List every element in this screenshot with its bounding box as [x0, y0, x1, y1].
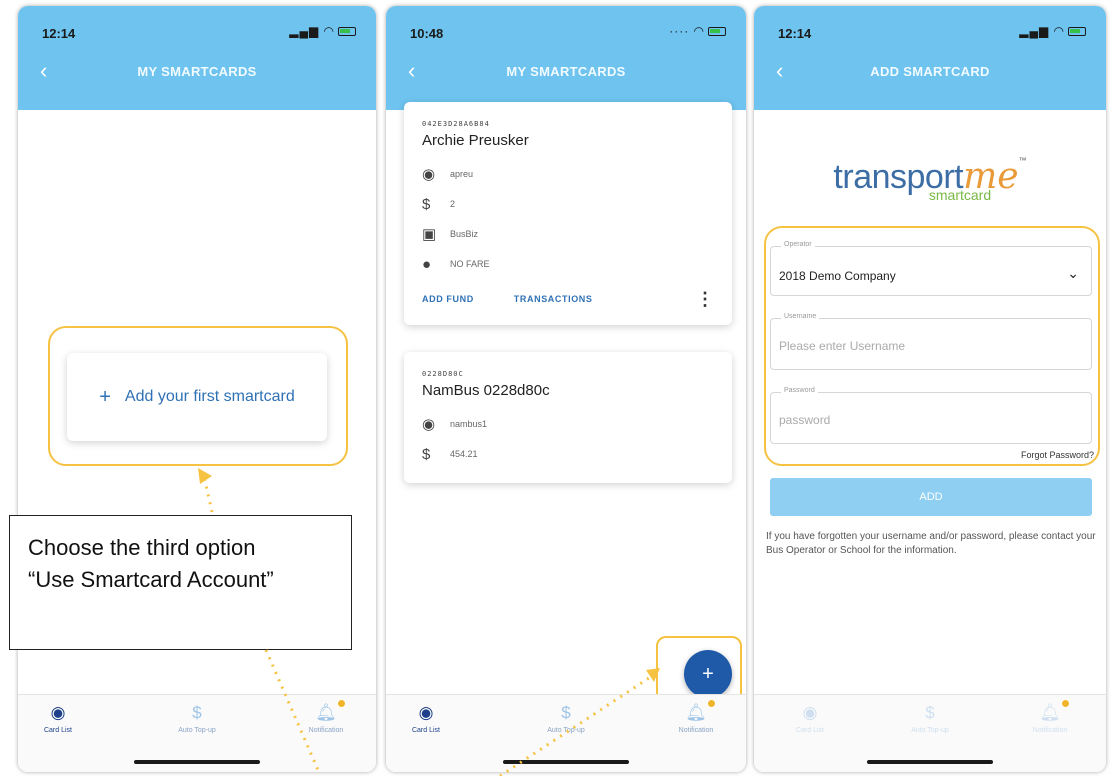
- smartcard-card[interactable]: 042E3D28A6B84 Archie Preusker ◉ apreu $2 …: [404, 102, 732, 325]
- tab-label: Auto Top-up: [911, 727, 949, 734]
- tab-card-list[interactable]: ◉ Card List: [18, 703, 98, 734]
- card-balance-row: $2: [422, 189, 714, 219]
- tab-auto-top-up[interactable]: $ Auto Top-up: [890, 703, 970, 734]
- card-list-icon: ◉: [418, 703, 434, 722]
- notification-badge: [336, 699, 346, 708]
- card-user: apreu: [450, 169, 474, 179]
- tab-auto-top-up[interactable]: $ Auto Top-up: [526, 703, 606, 734]
- phone-add-smartcard: 12:14 ▂▄▆ ◠ ‹ ADD SMARTCARD transportme™…: [754, 6, 1106, 772]
- card-user-row: ◉ apreu: [422, 159, 714, 189]
- card-operator: BusBiz: [450, 229, 479, 239]
- bus-icon: ▣: [422, 226, 437, 243]
- phone-my-smartcards-empty: 12:14 ▂▄▆ ◠ ‹ MY SMARTCARDS + Add your f…: [18, 6, 376, 772]
- home-indicator: [867, 760, 993, 764]
- highlight-callout: [764, 226, 1100, 466]
- home-indicator: [503, 760, 629, 764]
- card-balance-row: $454.21: [422, 439, 714, 469]
- tab-label: Auto Top-up: [178, 727, 216, 734]
- page-title: ADD SMARTCARD: [870, 64, 990, 79]
- card-name: Archie Preusker: [422, 132, 529, 149]
- notification-badge: [706, 699, 716, 708]
- header-bar: 10:48 ···· ◠ ‹ MY SMARTCARDS: [386, 6, 746, 110]
- tab-notification[interactable]: 🔔︎ Notification: [286, 699, 366, 734]
- info-icon: ●: [422, 255, 432, 273]
- card-name: NamBus 0228d80c: [422, 382, 550, 399]
- card-id: 0228D80C: [422, 370, 464, 378]
- card-list-icon: ◉: [802, 703, 818, 722]
- tab-label: Auto Top-up: [547, 727, 585, 734]
- home-indicator: [134, 760, 260, 764]
- help-text: If you have forgotten your username and/…: [766, 531, 1096, 556]
- battery-icon: [338, 27, 356, 37]
- note-line-2: “Use Smartcard Account”: [28, 567, 274, 592]
- tab-label: Card List: [43, 727, 72, 734]
- bottom-tab-bar: ◉ Card List $ Auto Top-up 🔔︎ Notificatio…: [754, 694, 1106, 772]
- tab-card-list[interactable]: ◉ Card List: [386, 703, 466, 734]
- status-icons: ▂▄▆ ◠: [1019, 24, 1086, 38]
- battery-icon: [708, 27, 726, 37]
- transactions-button[interactable]: TRANSACTIONS: [514, 294, 593, 304]
- tab-label: Notification: [1032, 727, 1068, 734]
- bell-icon: 🔔︎: [1039, 699, 1070, 723]
- page-title: MY SMARTCARDS: [137, 64, 257, 79]
- user-icon: ◉: [422, 166, 436, 183]
- battery-icon: [1068, 27, 1086, 37]
- tab-auto-top-up[interactable]: $ Auto Top-up: [157, 703, 237, 734]
- note-line-1: Choose the third option: [28, 535, 256, 560]
- logo-tm: ™: [1018, 156, 1027, 165]
- card-actions: ADD FUND TRANSACTIONS ⋮: [422, 287, 714, 311]
- card-user: nambus1: [450, 419, 488, 429]
- tab-label: Notification: [308, 727, 344, 734]
- status-icons: ···· ◠: [669, 24, 726, 38]
- tab-label: Card List: [795, 727, 824, 734]
- logo-sub: smartcard: [928, 187, 992, 203]
- card-list-icon: ◉: [50, 703, 66, 722]
- bell-icon: 🔔︎: [315, 699, 346, 723]
- card-id: 042E3D28A6B84: [422, 120, 490, 128]
- tab-label: Notification: [678, 727, 714, 734]
- card-operator-row: ▣ BusBiz: [422, 219, 714, 249]
- card-balance: 454.21: [450, 449, 478, 459]
- phone-my-smartcards-list: 10:48 ···· ◠ ‹ MY SMARTCARDS 042E3D28A6B…: [386, 6, 746, 772]
- card-fare-row: ● NO FARE: [422, 249, 714, 279]
- dollar-icon: $: [192, 703, 202, 722]
- tab-card-list[interactable]: ◉ Card List: [770, 703, 850, 734]
- dollar-icon: $: [561, 703, 571, 722]
- status-time: 12:14: [778, 26, 812, 41]
- instruction-note: Choose the third option “Use Smartcard A…: [9, 515, 352, 650]
- tab-notification[interactable]: 🔔︎ Notification: [656, 699, 736, 734]
- highlight-callout: [48, 326, 348, 466]
- smartcard-card[interactable]: 0228D80C NamBus 0228d80c ◉ nambus1 $454.2…: [404, 352, 732, 483]
- notification-badge: [1060, 699, 1070, 708]
- card-balance: 2: [450, 199, 456, 209]
- header-bar: 12:14 ▂▄▆ ◠ ‹ MY SMARTCARDS: [18, 6, 376, 110]
- dollar-icon: $: [422, 445, 431, 463]
- card-user-row: ◉ nambus1: [422, 409, 714, 439]
- user-icon: ◉: [422, 416, 436, 433]
- card-fare: NO FARE: [450, 259, 490, 269]
- bottom-tab-bar: ◉ Card List $ Auto Top-up 🔔︎ Notificatio…: [18, 694, 376, 772]
- bell-icon: 🔔︎: [685, 699, 716, 723]
- status-icons: ▂▄▆ ◠: [289, 24, 356, 38]
- tab-label: Card List: [411, 727, 440, 734]
- page-title: MY SMARTCARDS: [506, 64, 626, 79]
- screenshot-stage: 12:14 ▂▄▆ ◠ ‹ MY SMARTCARDS + Add your f…: [0, 0, 1113, 776]
- header-bar: 12:14 ▂▄▆ ◠ ‹ ADD SMARTCARD: [754, 6, 1106, 110]
- status-time: 10:48: [410, 26, 444, 41]
- tab-notification[interactable]: 🔔︎ Notification: [1010, 699, 1090, 734]
- add-button[interactable]: ADD: [770, 478, 1092, 516]
- bottom-tab-bar: ◉ Card List $ Auto Top-up 🔔︎ Notificatio…: [386, 694, 746, 772]
- more-vertical-icon[interactable]: ⋮: [696, 289, 714, 310]
- status-time: 12:14: [42, 26, 76, 41]
- dollar-icon: $: [925, 703, 935, 722]
- add-fund-button[interactable]: ADD FUND: [422, 294, 474, 304]
- dollar-icon: $: [422, 195, 431, 213]
- transportme-logo: transportme™ smartcard: [754, 156, 1106, 203]
